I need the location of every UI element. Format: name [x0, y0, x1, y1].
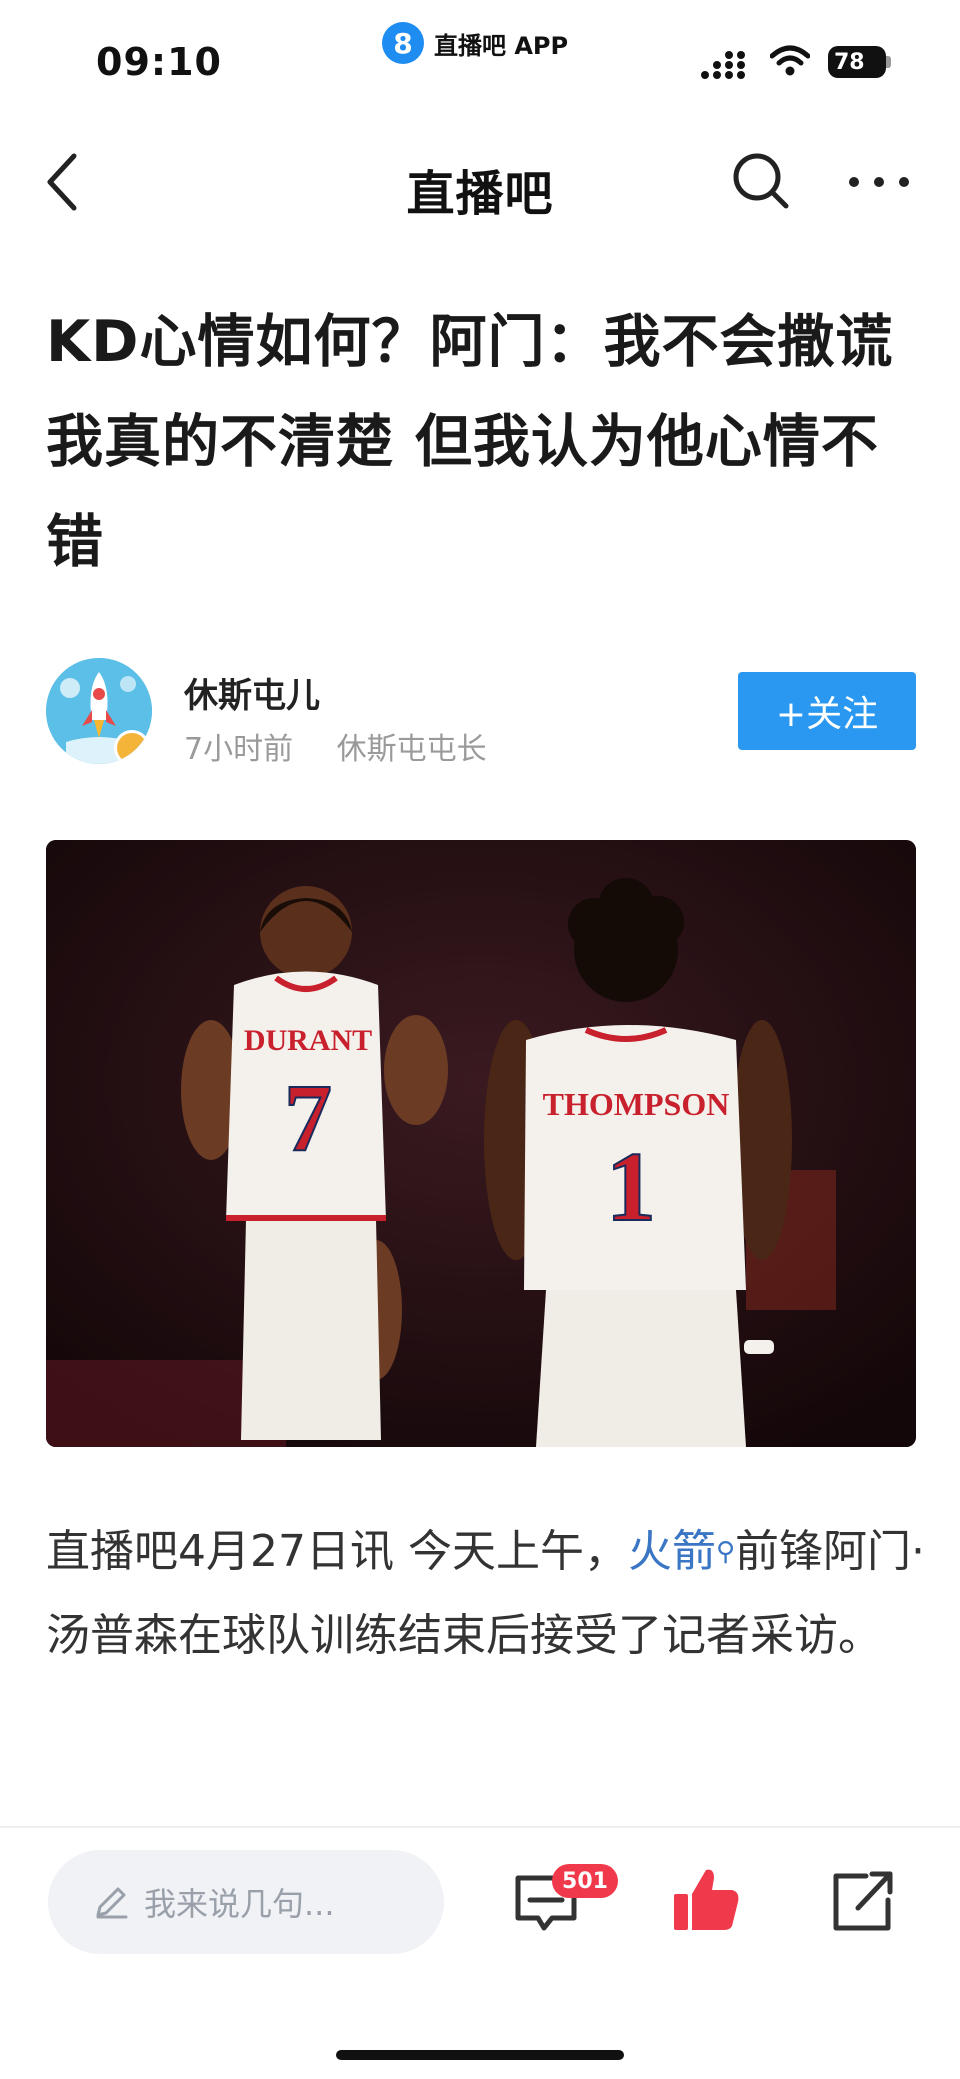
avatar[interactable]: [46, 658, 152, 764]
nav-bar: 直播吧: [0, 130, 960, 240]
left-jersey-name: DURANT: [244, 1024, 372, 1057]
article-headline: KD心情如何？阿门：我不会撒谎 我真的不清楚 但我认为他心情不错: [46, 309, 894, 575]
follow-label: +关注: [775, 694, 879, 735]
author-meta: 7小时前 休斯屯屯长: [184, 724, 521, 768]
page-title: 直播吧: [406, 166, 554, 222]
team-link[interactable]: 火箭: [628, 1526, 716, 1577]
players-photo-illustration: DURANT 7 THOMPSON 1: [46, 840, 916, 1447]
article-text-prefix: 直播吧4月27日讯 今天上午，: [46, 1526, 628, 1577]
author-name[interactable]: 休斯屯儿: [184, 668, 320, 717]
status-bar: 09:10 8 直播吧 APP 78: [0, 0, 960, 110]
app-logo-icon: 8: [382, 22, 424, 64]
thumbs-up-icon[interactable]: [670, 1864, 742, 1936]
share-icon[interactable]: [828, 1866, 898, 1936]
search-link-icon[interactable]: ⚲: [716, 1537, 735, 1567]
right-jersey-name: THOMPSON: [543, 1086, 730, 1122]
battery-indicator: 78: [828, 46, 886, 78]
article-photo[interactable]: DURANT 7 THOMPSON 1: [46, 840, 916, 1447]
pencil-icon: [96, 1887, 128, 1919]
article-body: 直播吧4月27日讯 今天上午，火箭⚲前锋阿门·汤普森在球队训练结束后接受了记者采…: [46, 1510, 926, 1678]
battery-level: 78: [834, 49, 865, 75]
wifi-icon: [770, 45, 810, 76]
left-jersey-number: 7: [284, 1064, 332, 1171]
comment-input[interactable]: 我来说几句...: [48, 1850, 444, 1954]
app-name: 直播吧 APP: [434, 31, 569, 60]
comment-placeholder: 我来说几句...: [144, 1885, 335, 1923]
more-icon[interactable]: [846, 174, 912, 190]
battery-tip: [886, 56, 891, 68]
cellular-signal-icon: [701, 51, 745, 79]
comment-count-badge: 501: [552, 1864, 618, 1898]
home-indicator: [336, 2050, 624, 2060]
post-time: 7小时前: [184, 732, 294, 767]
right-jersey-number: 1: [606, 1131, 656, 1242]
author-title: 休斯屯屯长: [336, 732, 487, 767]
app-indicator: 8 直播吧 APP: [382, 22, 568, 64]
bottom-bar-divider: [0, 1826, 960, 1828]
search-icon[interactable]: [730, 150, 792, 212]
status-time: 09:10: [96, 40, 222, 84]
verified-badge-icon: [114, 730, 150, 764]
follow-button[interactable]: +关注: [738, 672, 916, 750]
author-row: 休斯屯儿 7小时前 休斯屯屯长 +关注: [46, 656, 916, 768]
